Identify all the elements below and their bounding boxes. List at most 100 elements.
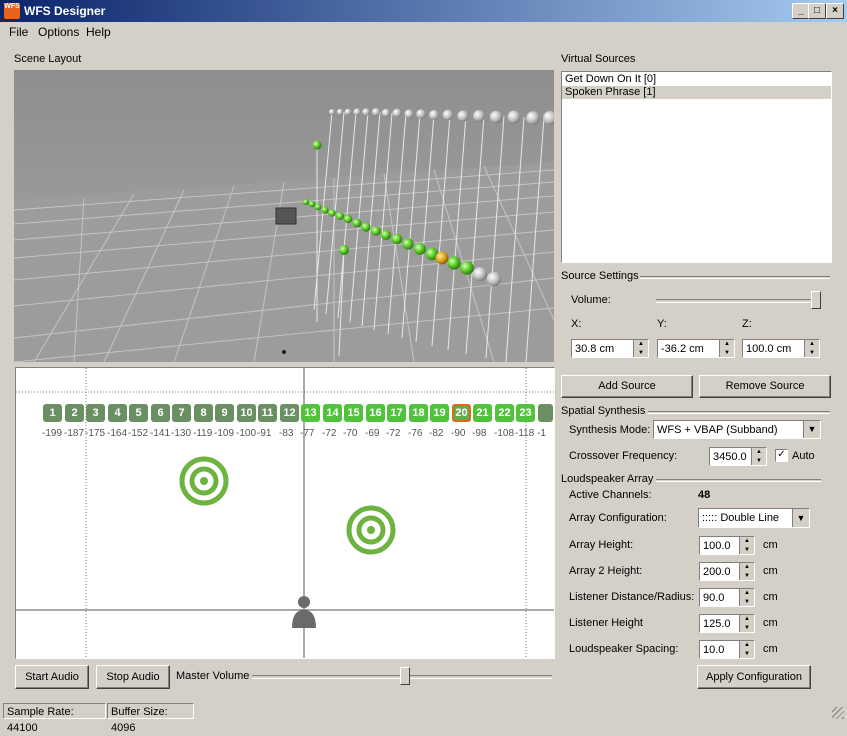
channel-badge[interactable]: 1	[43, 404, 62, 422]
crossover-frequency-label: Crossover Frequency:	[569, 450, 678, 462]
channel-badge[interactable]: 21	[473, 404, 492, 422]
spin-up-icon[interactable]: ▲	[740, 615, 754, 624]
y-position-spinbox[interactable]: -36.2 cm ▲ ▼	[657, 339, 735, 358]
array-height-value: 100.0	[703, 540, 731, 552]
spin-up-icon[interactable]: ▲	[740, 563, 754, 572]
close-button[interactable]: ×	[826, 3, 844, 19]
channel-badge[interactable]: 11	[258, 404, 277, 422]
unit-label: cm	[763, 565, 778, 577]
spin-up-icon[interactable]: ▲	[740, 589, 754, 598]
virtual-source-sphere[interactable]	[339, 245, 349, 255]
channel-badge[interactable]: 10	[237, 404, 256, 422]
spin-up-icon[interactable]: ▲	[740, 641, 754, 650]
z-position-spinbox[interactable]: 100.0 cm ▲ ▼	[742, 339, 820, 358]
spin-down-icon[interactable]: ▼	[720, 349, 734, 358]
maximize-button[interactable]: □	[808, 3, 826, 19]
loudspeaker-spacing-spinbox[interactable]: 10.0 ▲ ▼	[699, 640, 755, 659]
spin-down-icon[interactable]: ▼	[740, 546, 754, 555]
channel-badge[interactable]: 6	[151, 404, 170, 422]
remove-source-button[interactable]: Remove Source	[699, 375, 831, 398]
spin-up-icon[interactable]: ▲	[740, 537, 754, 546]
array-configuration-select[interactable]: ::::: Double Line ▼	[698, 508, 810, 528]
channel-badge[interactable]: 16	[366, 404, 385, 422]
resize-grip-icon[interactable]	[832, 707, 844, 719]
volume-slider[interactable]	[811, 291, 821, 309]
loudspeaker-array-label: Loudspeaker Array	[561, 473, 654, 485]
y-label: Y:	[657, 318, 667, 330]
chevron-down-icon[interactable]: ▼	[792, 509, 809, 527]
listener-height-spinbox[interactable]: 125.0 ▲ ▼	[699, 614, 755, 633]
spin-down-icon[interactable]: ▼	[805, 349, 819, 358]
auto-checkbox[interactable]: ✓	[775, 449, 788, 462]
spin-down-icon[interactable]: ▼	[740, 624, 754, 633]
crossover-frequency-spinbox[interactable]: 3450.0 ▲ ▼	[709, 447, 767, 466]
listener-height-value: 125.0	[703, 618, 731, 630]
channel-badge[interactable]: 20	[452, 404, 471, 422]
channel-badge[interactable]: 18	[409, 404, 428, 422]
spin-down-icon[interactable]: ▼	[740, 650, 754, 659]
channel-distance: -130	[171, 428, 192, 439]
chevron-down-icon[interactable]: ▼	[803, 421, 820, 438]
spin-up-icon[interactable]: ▲	[634, 340, 648, 349]
listener-distance-spinbox[interactable]: 90.0 ▲ ▼	[699, 588, 755, 607]
menu-file[interactable]: File	[9, 25, 28, 39]
channel-distance: -77	[300, 428, 315, 439]
virtual-source-target[interactable]	[346, 505, 396, 555]
apply-configuration-button[interactable]: Apply Configuration	[697, 665, 811, 689]
channel-distance: -82	[429, 428, 444, 439]
spin-down-icon[interactable]: ▼	[752, 457, 766, 466]
spin-up-icon[interactable]: ▲	[805, 340, 819, 349]
channel-distance: -76	[408, 428, 423, 439]
channel-distance: -72	[322, 428, 337, 439]
loudspeaker-spacing-label: Loudspeaker Spacing:	[569, 643, 679, 655]
channel-distance: -187	[64, 428, 85, 439]
channel-badge[interactable]: 12	[280, 404, 299, 422]
channel-distance: -175	[85, 428, 106, 439]
stop-audio-button[interactable]: Stop Audio	[96, 665, 170, 689]
channel-badge[interactable]: 7	[172, 404, 191, 422]
spin-down-icon[interactable]: ▼	[740, 598, 754, 607]
channel-distance: -70	[343, 428, 358, 439]
virtual-source-sphere[interactable]	[312, 140, 322, 150]
menu-options[interactable]: Options	[38, 25, 79, 39]
channel-badge[interactable]: 15	[344, 404, 363, 422]
channel-badge[interactable]	[538, 404, 553, 422]
channel-badge[interactable]: 19	[430, 404, 449, 422]
spin-up-icon[interactable]: ▲	[752, 448, 766, 457]
channel-distance: -109	[214, 428, 235, 439]
scene-3d-view[interactable]	[14, 70, 554, 362]
array-2-height-spinbox[interactable]: 200.0 ▲ ▼	[699, 562, 755, 581]
virtual-sources-list[interactable]: Get Down On It [0] Spoken Phrase [1]	[561, 71, 832, 263]
channel-badge[interactable]: 4	[108, 404, 127, 422]
channel-badge[interactable]: 9	[215, 404, 234, 422]
channel-distance: -98	[472, 428, 487, 439]
channel-badge[interactable]: 23	[516, 404, 535, 422]
auto-label: Auto	[792, 450, 815, 462]
channel-distance: -72	[386, 428, 401, 439]
channel-badge[interactable]: 8	[194, 404, 213, 422]
array-2-height-label: Array 2 Height:	[569, 565, 643, 577]
x-position-spinbox[interactable]: 30.8 cm ▲ ▼	[571, 339, 649, 358]
channel-badge[interactable]: 17	[387, 404, 406, 422]
channel-badge[interactable]: 22	[495, 404, 514, 422]
spin-down-icon[interactable]: ▼	[740, 572, 754, 581]
listener-distance-label: Listener Distance/Radius:	[569, 591, 695, 603]
channel-badge[interactable]: 3	[86, 404, 105, 422]
list-item[interactable]: Spoken Phrase [1]	[562, 86, 831, 99]
virtual-source-target[interactable]	[179, 456, 229, 506]
channel-badge[interactable]: 5	[129, 404, 148, 422]
master-volume-slider[interactable]	[400, 667, 410, 685]
array-height-spinbox[interactable]: 100.0 ▲ ▼	[699, 536, 755, 555]
channel-badge[interactable]: 2	[65, 404, 84, 422]
array-configuration-value: ::::: Double Line	[702, 512, 780, 524]
channel-badge[interactable]: 13	[301, 404, 320, 422]
array-configuration-label: Array Configuration:	[569, 512, 667, 524]
menu-help[interactable]: Help	[86, 25, 111, 39]
synthesis-mode-select[interactable]: WFS + VBAP (Subband) ▼	[653, 420, 821, 439]
start-audio-button[interactable]: Start Audio	[15, 665, 89, 689]
add-source-button[interactable]: Add Source	[561, 375, 693, 398]
channel-badge[interactable]: 14	[323, 404, 342, 422]
spin-up-icon[interactable]: ▲	[720, 340, 734, 349]
spin-down-icon[interactable]: ▼	[634, 349, 648, 358]
list-item[interactable]: Get Down On It [0]	[562, 73, 831, 86]
